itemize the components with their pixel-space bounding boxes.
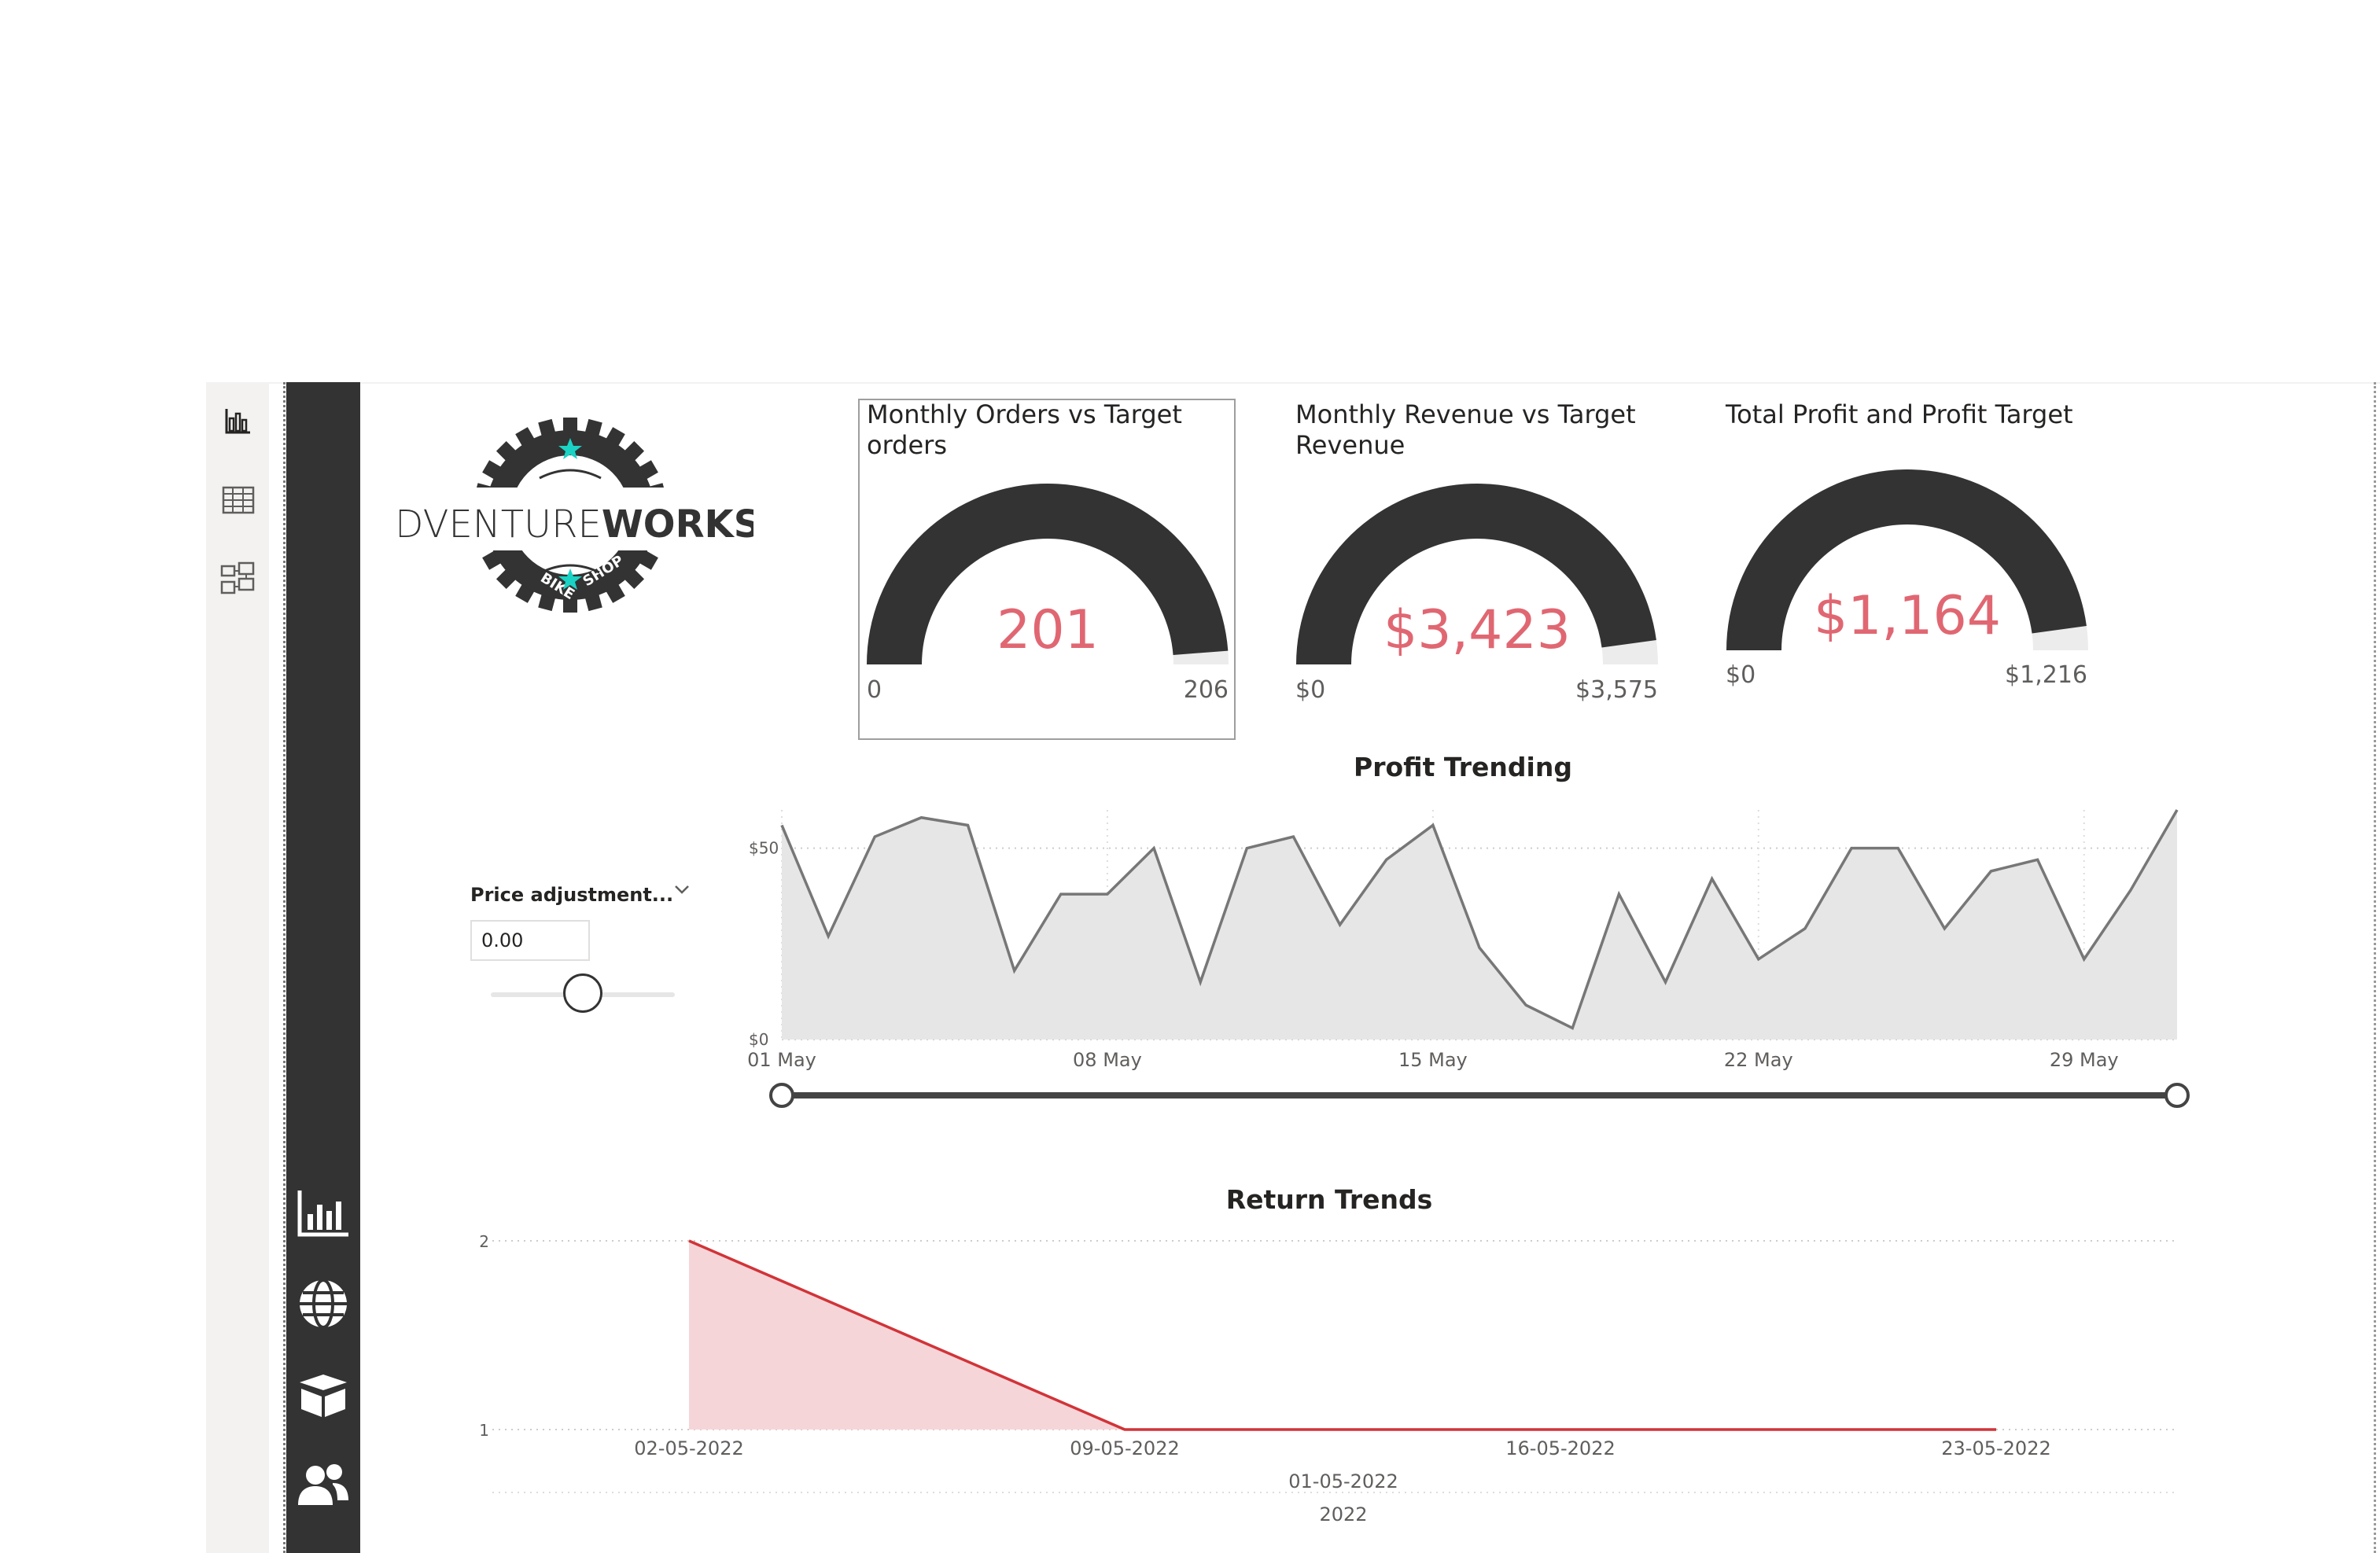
svg-text:ADVENTUREWORKS: ADVENTUREWORKS xyxy=(400,502,753,546)
price-adjustment-input[interactable]: 0.00 xyxy=(470,920,590,961)
report-top-border xyxy=(206,382,2380,384)
gauge-value-orders: 201 xyxy=(997,599,1099,661)
gauge-max-revenue: $3,575 xyxy=(1575,676,1658,704)
profit-area xyxy=(782,810,2177,1040)
profit-trending-title: Profit Trending xyxy=(1354,752,1572,782)
box-icon[interactable] xyxy=(293,1365,353,1425)
return-trends-chart: 2 1 02-05-2022 09-05-2022 16-05-2022 23-05-20… xyxy=(479,1232,2176,1525)
y-tick-label: $0 xyxy=(749,1030,768,1049)
gauge-min-revenue: $0 xyxy=(1295,676,1326,704)
model-view-icon[interactable] xyxy=(214,555,261,602)
slicer-label: Price adjustment... xyxy=(470,884,674,906)
x-tick-label: 23-05-2022 xyxy=(1941,1437,2050,1459)
canvas-right-border xyxy=(2374,382,2376,1553)
gauge-min-orders: 0 xyxy=(867,676,882,704)
x-tick-label: 29 May xyxy=(2050,1049,2119,1071)
return-area xyxy=(689,1241,1996,1430)
users-icon[interactable] xyxy=(293,1455,353,1514)
gauge-max-profit: $1,216 xyxy=(2005,661,2087,689)
gauge-max-orders: 206 xyxy=(1183,676,1229,704)
x-tick-label: 09-05-2022 xyxy=(1070,1437,1179,1459)
nav-divider xyxy=(283,382,286,1553)
chevron-down-icon[interactable] xyxy=(672,879,692,900)
range-start-handle[interactable] xyxy=(769,1083,794,1108)
y-tick-label: 1 xyxy=(479,1421,489,1440)
x-tick-label: 08 May xyxy=(1073,1049,1142,1071)
y-tick-label: 2 xyxy=(479,1232,489,1251)
gauge-title-orders: Monthly Orders vs Target orders xyxy=(867,399,1182,460)
return-trends-title: Return Trends xyxy=(1225,1184,1433,1215)
gauge-title-profit: Total Profit and Profit Target xyxy=(1726,399,2073,429)
gauge-value-revenue: $3,423 xyxy=(1383,599,1571,661)
x-group-label: 01-05-2022 xyxy=(1288,1470,1398,1492)
y-tick-label: $50 xyxy=(749,839,779,858)
globe-icon[interactable] xyxy=(293,1274,353,1334)
x-tick-label: 01 May xyxy=(747,1049,816,1071)
bar-chart-icon[interactable] xyxy=(293,1184,353,1244)
gauge-value-profit: $1,164 xyxy=(1814,585,2001,647)
logo-word-light: ADVENTURE xyxy=(400,502,602,546)
report-view-icon[interactable] xyxy=(214,398,261,445)
profit-trending-chart: $50 $001 May 08 May 15 May 22 May 29 May xyxy=(747,809,2190,1108)
logo-word-bold: WORKS xyxy=(602,502,753,546)
x-group-label: 2022 xyxy=(1319,1503,1367,1525)
x-tick-label: 22 May xyxy=(1724,1049,1793,1071)
table-view-icon[interactable] xyxy=(214,477,261,524)
x-tick-label: 15 May xyxy=(1398,1049,1468,1071)
view-switcher-rail xyxy=(206,382,269,1553)
gauge-title-revenue: Monthly Revenue vs Target Revenue xyxy=(1295,399,1636,460)
page-navigator xyxy=(286,382,360,1553)
adventureworks-logo: ADVENTUREWORKS BIKE SHOP xyxy=(369,409,761,621)
range-end-handle[interactable] xyxy=(2164,1083,2190,1108)
slider-thumb[interactable] xyxy=(563,973,602,1013)
x-tick-label: 02-05-2022 xyxy=(634,1437,743,1459)
gauge-min-profit: $0 xyxy=(1726,661,1756,689)
x-tick-label: 16-05-2022 xyxy=(1505,1437,1615,1459)
